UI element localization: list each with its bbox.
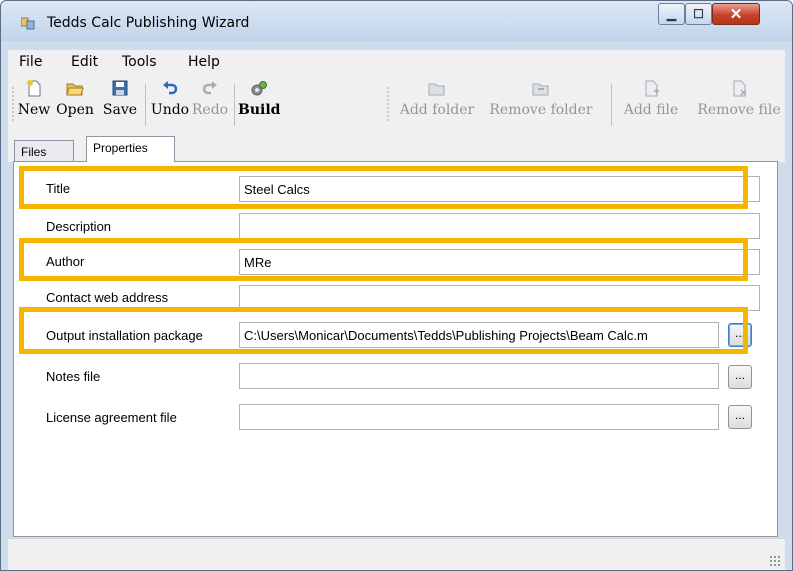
toolbar-grip — [387, 86, 389, 122]
remove-file-icon — [733, 80, 747, 97]
minimize-button[interactable]: ▁ — [658, 3, 685, 25]
notes-file-field[interactable] — [239, 363, 719, 389]
build-button[interactable]: Build — [238, 79, 280, 118]
window-title: Tedds Calc Publishing Wizard — [47, 15, 250, 31]
title-label: Title — [46, 181, 71, 196]
app-window: Tedds Calc Publishing Wizard ▁ ☐ ✕ File … — [0, 0, 793, 571]
license-file-browse-button[interactable]: ... — [728, 405, 752, 429]
save-disk-icon — [112, 80, 128, 96]
output-package-browse-button[interactable]: ... — [728, 323, 752, 347]
contact-web-address-label: Contact web address — [46, 290, 169, 305]
author-label: Author — [46, 254, 85, 269]
toolbar: New Open Save Undo Redo Build Add folder — [8, 74, 785, 134]
maximize-button[interactable]: ☐ — [685, 3, 712, 25]
menu-file[interactable]: File — [19, 54, 42, 70]
description-label: Description — [46, 219, 112, 234]
menu-bar: File Edit Tools Help — [8, 50, 785, 74]
notes-file-label: Notes file — [46, 369, 101, 384]
tab-strip: Files Properties — [8, 134, 785, 162]
status-bar — [8, 538, 785, 570]
output-installation-package-field[interactable]: C:\Users\Monicar\Documents\Tedds\Publish… — [239, 322, 719, 348]
tab-files[interactable]: Files — [14, 140, 74, 162]
redo-button[interactable]: Redo — [190, 79, 230, 118]
toolbar-separator — [611, 84, 612, 126]
license-agreement-file-field[interactable] — [239, 404, 719, 430]
menu-help[interactable]: Help — [188, 54, 220, 70]
build-gears-icon — [251, 81, 267, 96]
minimize-icon: ▁ — [666, 7, 677, 21]
maximize-icon: ☐ — [693, 7, 704, 21]
add-folder-button[interactable]: Add folder — [394, 79, 480, 118]
output-installation-package-label: Output installation package — [46, 328, 203, 343]
add-file-button[interactable]: Add file — [615, 79, 687, 118]
toolbar-separator — [145, 84, 146, 126]
add-folder-icon — [428, 83, 445, 96]
title-bar[interactable]: Tedds Calc Publishing Wizard ▁ ☐ ✕ — [1, 1, 792, 41]
author-field[interactable]: MRe — [239, 249, 760, 275]
remove-file-button[interactable]: Remove file — [693, 79, 785, 118]
open-folder-icon — [66, 83, 84, 96]
undo-button[interactable]: Undo — [150, 79, 190, 118]
remove-folder-button[interactable]: Remove folder — [485, 79, 597, 118]
toolbar-grip[interactable] — [12, 86, 14, 122]
description-field[interactable] — [239, 213, 760, 239]
tab-properties[interactable]: Properties — [86, 136, 175, 162]
resize-grip-icon[interactable] — [769, 555, 781, 567]
close-button[interactable]: ✕ — [712, 3, 760, 25]
notes-file-browse-button[interactable]: ... — [728, 365, 752, 389]
remove-folder-icon — [532, 83, 549, 96]
contact-web-address-field[interactable] — [239, 285, 760, 311]
undo-icon — [163, 81, 178, 95]
open-button[interactable]: Open — [54, 79, 96, 118]
new-button[interactable]: New — [17, 79, 51, 118]
license-agreement-file-label: License agreement file — [46, 410, 177, 425]
title-field[interactable]: Steel Calcs — [239, 176, 760, 202]
add-file-icon — [645, 80, 659, 97]
save-button[interactable]: Save — [100, 79, 140, 118]
menu-tools[interactable]: Tools — [122, 54, 157, 70]
redo-icon — [202, 81, 217, 95]
app-icon — [21, 17, 35, 30]
toolbar-separator — [234, 84, 235, 126]
close-icon: ✕ — [729, 6, 743, 23]
menu-edit[interactable]: Edit — [71, 54, 98, 70]
new-file-icon — [27, 80, 41, 97]
